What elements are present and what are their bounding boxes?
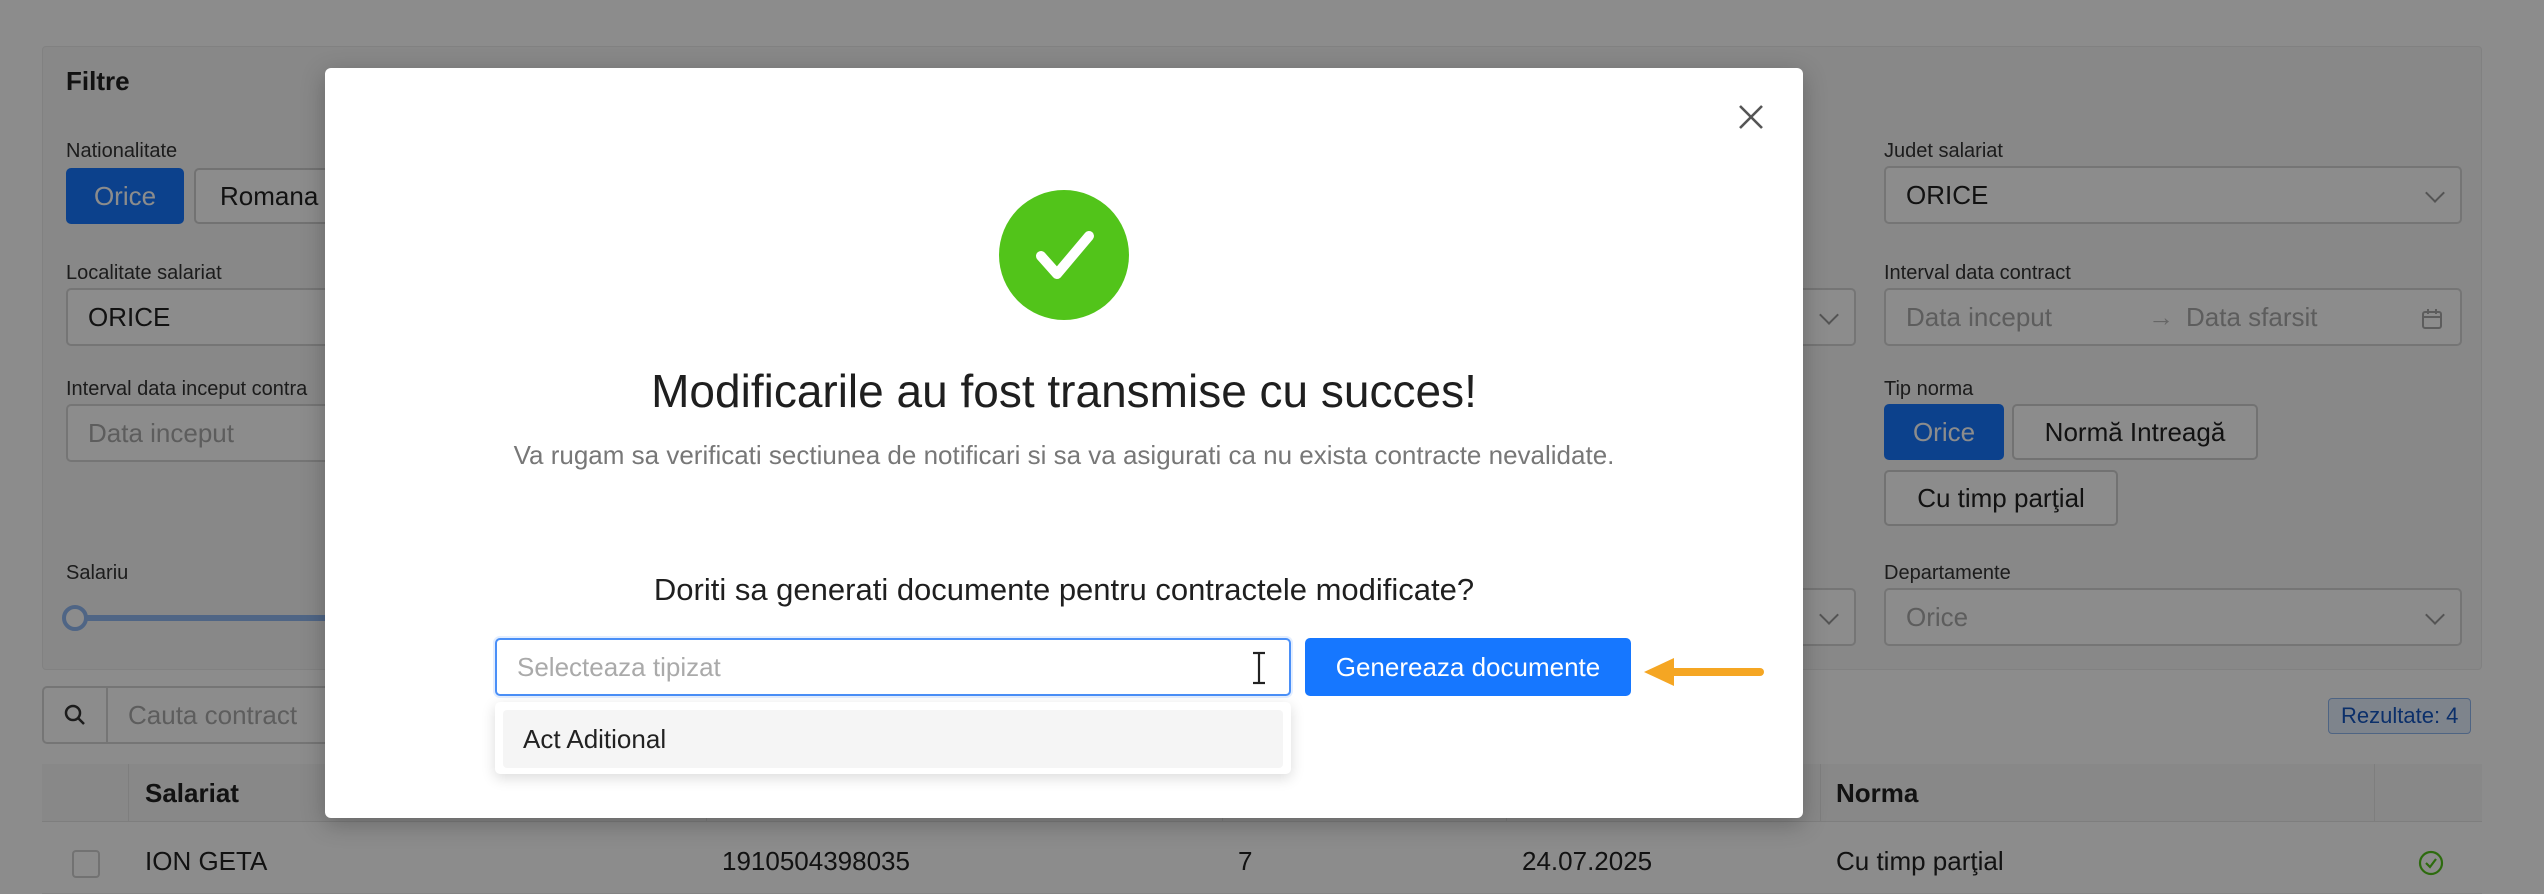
tipizat-select-placeholder: Selecteaza tipizat [517, 651, 721, 682]
modal-title: Modificarile au fost transmise cu succes… [651, 365, 1477, 417]
text-cursor-icon [1253, 651, 1265, 685]
dropdown-option-act-aditional[interactable]: Act Aditional [503, 710, 1283, 768]
modal-subtitle: Va rugam sa verificati sectiunea de noti… [513, 440, 1615, 470]
tipizat-select[interactable]: Selecteaza tipizat [495, 638, 1291, 696]
annotation-arrow-icon [1644, 658, 1764, 686]
modal-question: Doriti sa generati documente pentru cont… [653, 572, 1475, 607]
success-check-icon [999, 190, 1129, 320]
close-icon[interactable] [1734, 100, 1768, 134]
generate-documents-button[interactable]: Genereaza documente [1305, 638, 1631, 696]
